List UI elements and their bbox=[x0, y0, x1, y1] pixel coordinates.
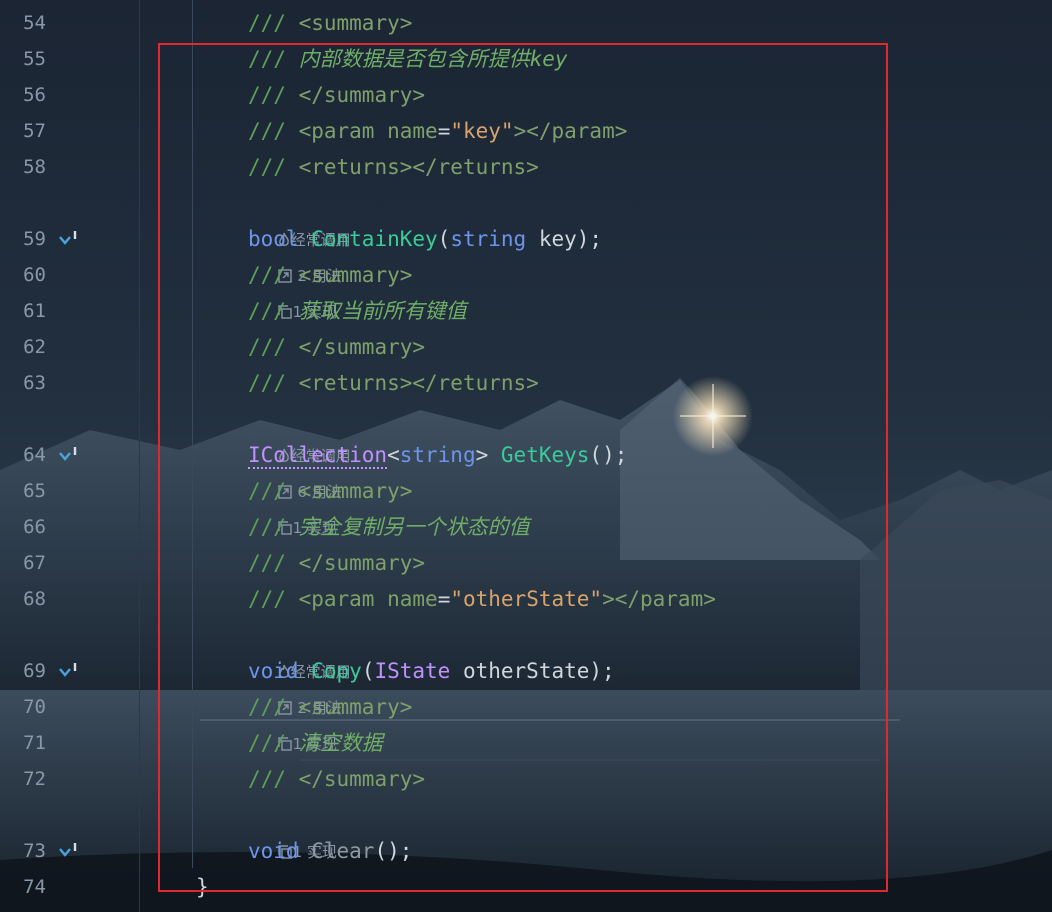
code-line[interactable]: 74 } bbox=[0, 869, 1052, 905]
code-text[interactable]: /// 获取当前所有键值 bbox=[248, 293, 467, 329]
line-number: 64 bbox=[23, 444, 46, 466]
line-number: 68 bbox=[23, 588, 46, 610]
code-line[interactable]: 65 /// <summary> bbox=[0, 473, 1052, 509]
code-text[interactable]: /// <returns></returns> bbox=[248, 149, 539, 185]
line-number: 73 bbox=[23, 840, 46, 862]
line-number: 59 bbox=[23, 228, 46, 250]
line-number: 72 bbox=[23, 768, 46, 790]
line-number: 74 bbox=[23, 876, 46, 898]
code-text[interactable]: /// <summary> bbox=[248, 5, 412, 41]
code-line[interactable]: 68 /// <param name="otherState"></param> bbox=[0, 581, 1052, 617]
code-text[interactable]: /// <param name="key"></param> bbox=[248, 113, 627, 149]
implemented-down-arrow-icon[interactable] bbox=[58, 841, 80, 863]
code-line[interactable]: 58 /// <returns></returns> bbox=[0, 149, 1052, 185]
code-text[interactable]: /// <summary> bbox=[248, 689, 412, 725]
line-number: 67 bbox=[23, 552, 46, 574]
inlay-hints: 经常调用 2 用法 1 实现 bbox=[0, 186, 1052, 321]
code-line[interactable]: 64 ICollection<string> GetKeys(); bbox=[0, 437, 1052, 473]
code-text[interactable]: /// </summary> bbox=[248, 761, 425, 797]
code-text[interactable]: /// </summary> bbox=[248, 545, 425, 581]
code-text[interactable]: /// 清空数据 bbox=[248, 725, 383, 761]
code-line[interactable]: 63 /// <returns></returns> bbox=[0, 365, 1052, 401]
line-number: 60 bbox=[23, 264, 46, 286]
inlay-hints: 经常调用 2 用法 1 实现 bbox=[0, 618, 1052, 753]
code-text[interactable]: /// 完全复制另一个状态的值 bbox=[248, 509, 530, 545]
code-text[interactable]: ICollection<string> GetKeys(); bbox=[248, 437, 627, 473]
code-text[interactable]: /// 内部数据是否包含所提供key bbox=[248, 41, 568, 77]
code-line[interactable]: 57 /// <param name="key"></param> bbox=[0, 113, 1052, 149]
line-number: 55 bbox=[23, 48, 46, 70]
code-line[interactable]: 61 /// 获取当前所有键值 bbox=[0, 293, 1052, 329]
code-line[interactable]: 67 /// </summary> bbox=[0, 545, 1052, 581]
line-number: 57 bbox=[23, 120, 46, 142]
code-line[interactable]: 55 /// 内部数据是否包含所提供key bbox=[0, 41, 1052, 77]
line-number: 70 bbox=[23, 696, 46, 718]
code-line[interactable]: 62 /// </summary> bbox=[0, 329, 1052, 365]
code-text[interactable]: /// </summary> bbox=[248, 329, 425, 365]
line-number: 71 bbox=[23, 732, 46, 754]
code-line[interactable]: 73 void Clear(); bbox=[0, 833, 1052, 869]
line-number: 54 bbox=[23, 12, 46, 34]
implemented-down-arrow-icon[interactable] bbox=[58, 445, 80, 467]
code-line[interactable]: 71 /// 清空数据 bbox=[0, 725, 1052, 761]
implemented-down-arrow-icon[interactable] bbox=[58, 229, 80, 251]
code-line[interactable]: 56 /// </summary> bbox=[0, 77, 1052, 113]
line-number: 56 bbox=[23, 84, 46, 106]
code-text[interactable]: bool ContainKey(string key); bbox=[248, 221, 602, 257]
code-text[interactable]: /// </summary> bbox=[248, 77, 425, 113]
inlay-hints: 1 实现 bbox=[0, 798, 1052, 861]
code-text[interactable]: /// <summary> bbox=[248, 257, 412, 293]
code-line[interactable]: 54 /// <summary> bbox=[0, 5, 1052, 41]
line-number: 63 bbox=[23, 372, 46, 394]
inlay-hints: 经常调用 6 用法 1 实现 bbox=[0, 402, 1052, 537]
code-text[interactable]: /// <returns></returns> bbox=[248, 365, 539, 401]
code-text[interactable]: void Copy(IState otherState); bbox=[248, 653, 615, 689]
line-number: 58 bbox=[23, 156, 46, 178]
code-line[interactable]: 70 /// <summary> bbox=[0, 689, 1052, 725]
code-text[interactable]: /// <summary> bbox=[248, 473, 412, 509]
code-line[interactable]: 60 /// <summary> bbox=[0, 257, 1052, 293]
code-editor[interactable]: 54 /// <summary> 55 /// 内部数据是否包含所提供key 5… bbox=[0, 0, 1052, 912]
code-line[interactable]: 69 void Copy(IState otherState); bbox=[0, 653, 1052, 689]
code-line[interactable]: 72 /// </summary> bbox=[0, 761, 1052, 797]
code-text[interactable]: void Clear(); bbox=[248, 833, 412, 869]
code-line[interactable]: 66 /// 完全复制另一个状态的值 bbox=[0, 509, 1052, 545]
code-line[interactable]: 59 bool ContainKey(string key); bbox=[0, 221, 1052, 257]
code-text[interactable]: } bbox=[196, 869, 209, 905]
line-number: 65 bbox=[23, 480, 46, 502]
line-number: 66 bbox=[23, 516, 46, 538]
implemented-down-arrow-icon[interactable] bbox=[58, 661, 80, 683]
line-number: 61 bbox=[23, 300, 46, 322]
code-text[interactable]: /// <param name="otherState"></param> bbox=[248, 581, 716, 617]
line-number: 69 bbox=[23, 660, 46, 682]
line-number: 62 bbox=[23, 336, 46, 358]
